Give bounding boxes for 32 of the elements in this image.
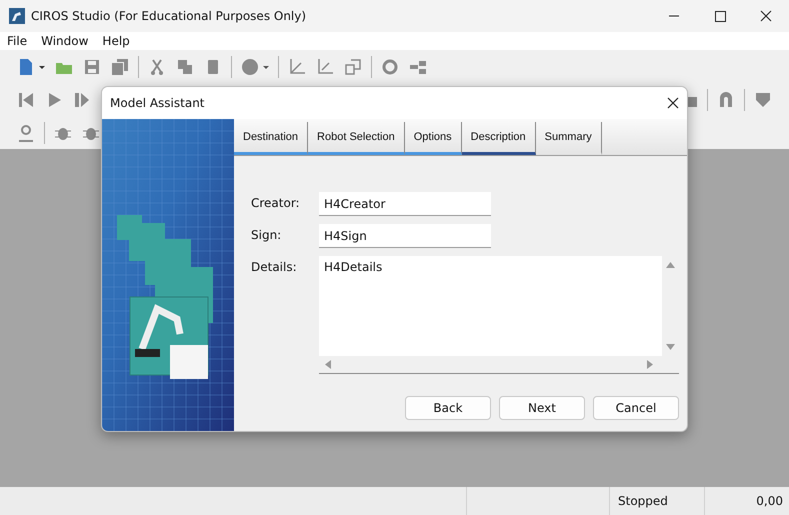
- close-icon[interactable]: [667, 97, 679, 109]
- dialog-button[interactable]: Back: [405, 396, 491, 420]
- scroll-down-icon[interactable]: [666, 344, 675, 350]
- status-text: Stopped: [610, 487, 705, 515]
- menu-item[interactable]: Window: [41, 34, 88, 48]
- dialog-button[interactable]: Cancel: [593, 396, 679, 420]
- tab[interactable]: Description: [462, 122, 536, 155]
- tab[interactable]: Destination: [234, 122, 308, 155]
- scroll-right-icon[interactable]: [647, 360, 653, 369]
- menu-item[interactable]: File: [7, 34, 28, 48]
- scroll-up-icon[interactable]: [666, 262, 675, 268]
- save-all-icon[interactable]: [110, 56, 130, 76]
- field-label: Details:: [251, 259, 298, 274]
- window-icon[interactable]: [343, 56, 363, 76]
- app-logo-icon: [9, 8, 25, 24]
- dialog-button[interactable]: Next: [499, 396, 585, 420]
- field-label: Creator:: [251, 195, 301, 210]
- tab[interactable]: Options: [404, 122, 462, 155]
- field-label: Sign:: [251, 227, 282, 242]
- status-value: 0,00: [755, 493, 784, 510]
- dialog-title: Model Assistant: [110, 96, 205, 110]
- text-area-value: H4Details: [324, 260, 382, 274]
- window-title: CIROS Studio (For Educational Purposes Only): [31, 9, 308, 23]
- tab[interactable]: Robot Selection: [308, 122, 405, 155]
- menu-item[interactable]: Help: [102, 34, 130, 48]
- circle-icon[interactable]: [240, 56, 260, 76]
- scroll-left-icon[interactable]: [325, 360, 331, 369]
- tab[interactable]: Summary: [536, 122, 602, 155]
- text-field[interactable]: H4Creator: [319, 192, 491, 216]
- text-field[interactable]: H4Sign: [319, 224, 491, 248]
- person-icon[interactable]: [16, 122, 36, 142]
- text-area[interactable]: H4Details: [319, 256, 679, 374]
